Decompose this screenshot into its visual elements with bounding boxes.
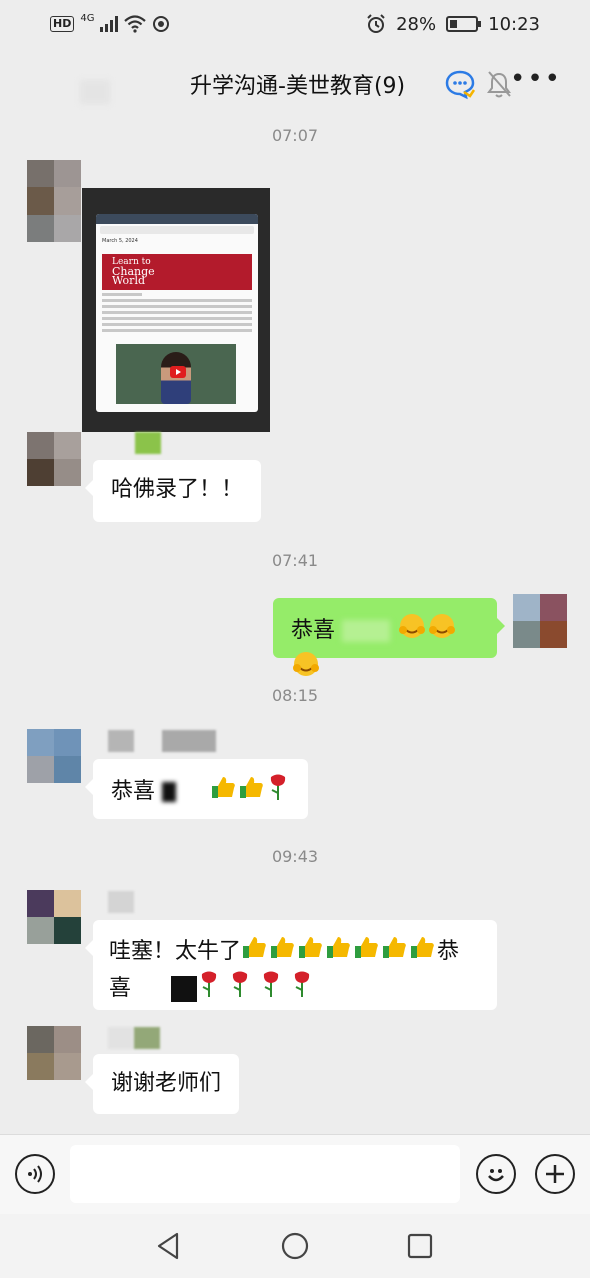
thumbs-up-emoji xyxy=(242,934,268,970)
alarm-icon xyxy=(367,14,385,33)
hgse-banner: Learn to Change World xyxy=(102,254,252,290)
rose-emoji xyxy=(291,970,313,1008)
thumbs-up-emoji xyxy=(239,774,265,810)
rose-emoji xyxy=(198,970,220,1008)
message-text: 哈佛录了！！ xyxy=(111,477,244,502)
message-bubble[interactable]: 恭喜 xyxy=(84,759,309,819)
redacted-text xyxy=(162,782,177,802)
message-input[interactable] xyxy=(70,1145,460,1203)
avatar[interactable] xyxy=(27,1026,81,1080)
thumbs-up-emoji xyxy=(382,934,408,970)
person-figure xyxy=(161,352,191,404)
letter-date: March 5, 2024 xyxy=(102,238,138,244)
more-button[interactable]: ••• xyxy=(510,64,562,94)
sender-name-obscured xyxy=(108,1027,134,1049)
hug-emoji xyxy=(292,650,320,688)
thumbs-up-emoji xyxy=(354,934,380,970)
message-text: 谢谢老师们 xyxy=(111,1071,222,1096)
message-text: 恭喜 xyxy=(111,779,156,804)
screenshot-image: March 5, 2024 Learn to Change World xyxy=(96,214,258,412)
message-text-tail: 恭 xyxy=(437,939,460,964)
thumbs-up-emoji xyxy=(298,934,324,970)
chat-bubble-icon[interactable] xyxy=(444,68,476,100)
avatar[interactable] xyxy=(27,432,81,486)
sender-name-obscured xyxy=(108,891,134,913)
text-line xyxy=(102,305,252,308)
redacted-text xyxy=(342,620,391,642)
message-text-line-2: 喜 xyxy=(109,976,132,1001)
thumbs-up-emoji xyxy=(326,934,352,970)
system-nav-bar xyxy=(0,1214,590,1278)
text-line xyxy=(102,317,252,320)
avatar[interactable] xyxy=(27,160,81,242)
text-line xyxy=(102,293,142,296)
redacted-text xyxy=(171,976,198,1002)
play-icon xyxy=(170,366,186,378)
thumbs-up-emoji xyxy=(270,934,296,970)
message-bubble-self[interactable]: 恭喜 xyxy=(273,598,505,676)
voice-icon[interactable] xyxy=(15,1154,55,1194)
battery-percent: 28% xyxy=(396,13,437,35)
hug-emoji xyxy=(428,612,456,650)
time-label: 07:07 xyxy=(271,126,319,145)
clock: 10:23 xyxy=(488,13,540,35)
text-line xyxy=(102,311,252,314)
avatar[interactable] xyxy=(513,594,567,648)
rose-emoji xyxy=(267,773,289,811)
network-label: 4G xyxy=(80,12,95,24)
emoji-icon[interactable] xyxy=(476,1154,516,1194)
status-bar: HD 4G 28% 10:23 xyxy=(0,0,590,48)
image-message[interactable]: March 5, 2024 Learn to Change World xyxy=(82,188,270,432)
plus-icon[interactable] xyxy=(535,1154,575,1194)
chat-header: 升学沟通-美世教育(9) ••• xyxy=(0,50,590,116)
signal-icon xyxy=(100,16,119,32)
sender-name-obscured xyxy=(134,1027,160,1049)
chat-title[interactable]: 升学沟通-美世教育(9) xyxy=(190,68,405,100)
thumbs-up-emoji xyxy=(211,774,237,810)
message-bubble[interactable]: 哈佛录了！！ xyxy=(84,460,262,522)
rose-emoji xyxy=(229,970,251,1008)
text-line xyxy=(102,329,252,332)
browser-toolbar xyxy=(96,214,258,224)
thumbs-up-emoji xyxy=(410,934,436,970)
input-bar xyxy=(0,1134,590,1214)
time-label: 07:41 xyxy=(271,551,319,570)
time-label: 09:43 xyxy=(271,847,319,866)
battery-fill xyxy=(450,20,458,28)
banner-line-3: World xyxy=(112,274,145,287)
message-line-2: 喜 xyxy=(109,970,481,1008)
message-bubble[interactable]: 谢谢老师们 xyxy=(84,1054,240,1114)
video-thumbnail xyxy=(116,344,236,404)
sender-name-obscured xyxy=(108,730,134,752)
recents-nav-icon[interactable] xyxy=(404,1230,436,1262)
status-right: 28% 10:23 xyxy=(366,14,540,35)
rose-emoji xyxy=(260,970,282,1008)
message-text: 恭喜 xyxy=(291,618,336,643)
home-nav-icon[interactable] xyxy=(279,1230,311,1262)
text-line xyxy=(102,299,252,302)
battery-icon xyxy=(446,16,482,32)
avatar[interactable] xyxy=(27,729,81,783)
time-label: 08:15 xyxy=(271,686,319,705)
avatar[interactable] xyxy=(27,890,81,944)
hug-emoji xyxy=(398,612,426,650)
message-bubble[interactable]: 哇塞！太牛了 恭 喜 xyxy=(85,920,497,1010)
hd-badge: HD xyxy=(50,16,75,32)
hotspot-icon xyxy=(153,16,170,32)
mute-bell-icon xyxy=(487,71,511,98)
sender-name-obscured xyxy=(162,730,216,752)
message-text: 哇塞！太牛了 xyxy=(109,939,242,964)
thumbs-row xyxy=(241,937,437,964)
browser-url-bar xyxy=(100,226,254,234)
back-button-obscured[interactable] xyxy=(80,80,110,104)
text-line xyxy=(102,323,252,326)
message-line-1: 哇塞！太牛了 恭 xyxy=(109,934,481,970)
status-left: HD 4G xyxy=(50,12,170,33)
sender-name-obscured xyxy=(135,432,161,454)
back-nav-icon[interactable] xyxy=(153,1230,185,1262)
wifi-icon xyxy=(124,15,147,33)
